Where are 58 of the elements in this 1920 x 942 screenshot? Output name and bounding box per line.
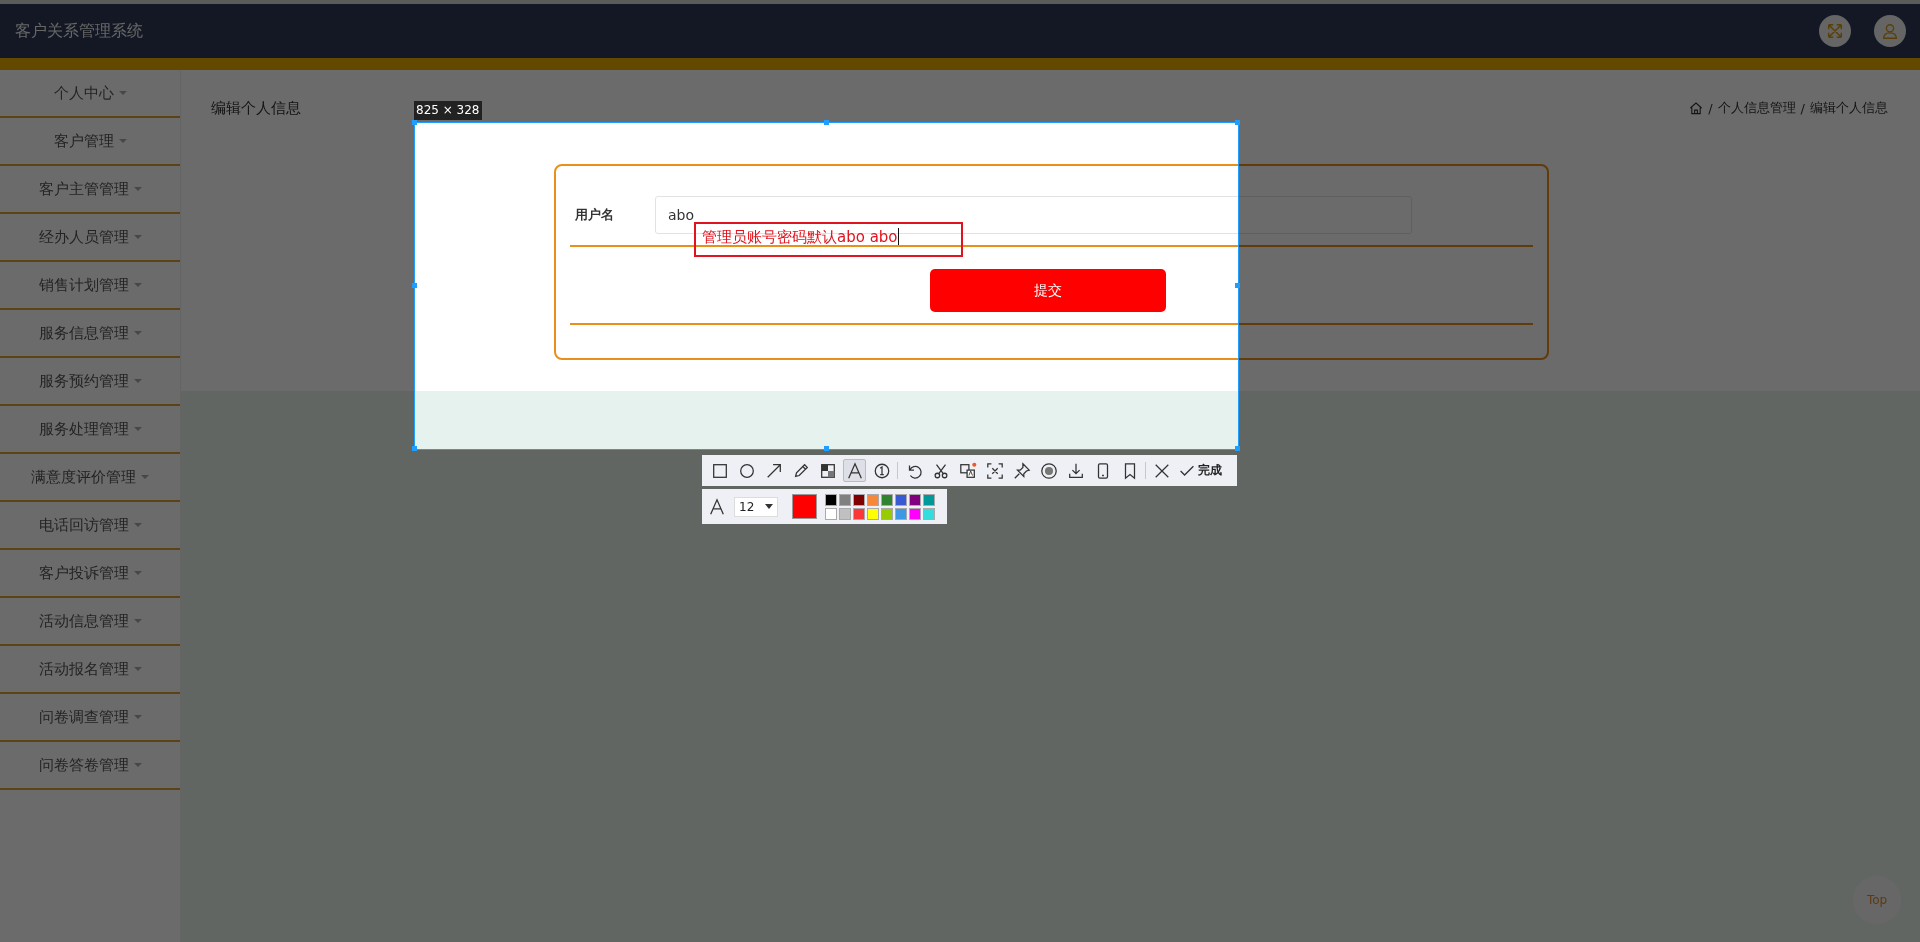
resize-handle[interactable] bbox=[412, 120, 417, 125]
color-swatch[interactable] bbox=[923, 507, 935, 520]
caret-icon bbox=[118, 139, 127, 143]
caret-icon bbox=[133, 571, 142, 575]
app-title: 客户关系管理系统 bbox=[15, 20, 144, 42]
color-swatch[interactable] bbox=[881, 507, 893, 520]
resize-handle[interactable] bbox=[1235, 283, 1240, 288]
color-swatch[interactable] bbox=[895, 507, 907, 520]
color-swatch[interactable] bbox=[825, 507, 837, 520]
resize-handle[interactable] bbox=[412, 446, 417, 451]
done-button[interactable]: 完成 bbox=[1177, 462, 1224, 479]
caret-icon bbox=[118, 91, 127, 95]
font-size-dropdown[interactable]: 12 bbox=[734, 496, 778, 517]
resize-handle[interactable] bbox=[412, 283, 417, 288]
font-icon bbox=[708, 497, 726, 516]
breadcrumb-link[interactable]: 编辑个人信息 bbox=[1810, 99, 1888, 117]
caret-icon bbox=[133, 619, 142, 623]
caret-icon bbox=[133, 331, 142, 335]
page-title: 编辑个人信息 bbox=[211, 98, 301, 118]
caret-icon bbox=[141, 475, 149, 479]
color-swatch[interactable] bbox=[825, 493, 837, 506]
resize-handle[interactable] bbox=[823, 446, 829, 451]
caret-icon bbox=[133, 523, 142, 527]
fullscreen-icon[interactable] bbox=[1819, 15, 1851, 47]
caret-icon bbox=[133, 235, 142, 239]
color-swatch[interactable] bbox=[853, 493, 865, 506]
resize-handle[interactable] bbox=[1235, 120, 1240, 125]
field-label: 用户名 bbox=[574, 206, 615, 224]
caret-icon bbox=[133, 187, 142, 191]
caret-icon bbox=[133, 283, 142, 287]
color-swatch[interactable] bbox=[923, 493, 935, 506]
caret-icon bbox=[133, 763, 142, 767]
color-swatch[interactable] bbox=[853, 507, 865, 520]
resize-handle[interactable] bbox=[1235, 446, 1240, 451]
color-swatch[interactable] bbox=[895, 493, 907, 506]
color-swatch[interactable] bbox=[867, 493, 879, 506]
breadcrumb-separator: / bbox=[1800, 100, 1805, 116]
color-swatch[interactable] bbox=[839, 493, 851, 506]
color-swatch[interactable] bbox=[909, 493, 921, 506]
home-icon[interactable] bbox=[1689, 101, 1704, 115]
breadcrumb-link[interactable]: 个人信息管理 bbox=[1717, 99, 1796, 117]
caret-icon bbox=[133, 715, 142, 719]
submit-button[interactable]: 提交 bbox=[930, 269, 1166, 312]
caret-icon bbox=[133, 379, 142, 383]
resize-handle[interactable] bbox=[823, 120, 829, 125]
color-swatch[interactable] bbox=[881, 493, 893, 506]
back-to-top-button[interactable]: Top bbox=[1853, 876, 1901, 924]
selection-size-label: 825 × 328 bbox=[414, 101, 482, 120]
caret-icon bbox=[133, 667, 142, 671]
current-color-swatch[interactable] bbox=[792, 494, 817, 519]
breadcrumb-separator: / bbox=[1708, 100, 1713, 116]
user-icon[interactable] bbox=[1874, 15, 1906, 47]
caret-icon bbox=[133, 427, 142, 431]
color-swatch[interactable] bbox=[867, 507, 879, 520]
color-swatch[interactable] bbox=[909, 507, 921, 520]
text-tool-icon[interactable] bbox=[843, 459, 866, 482]
color-swatch[interactable] bbox=[839, 507, 851, 520]
annotation-text[interactable]: 管理员账号密码默认abo abo bbox=[694, 222, 963, 257]
